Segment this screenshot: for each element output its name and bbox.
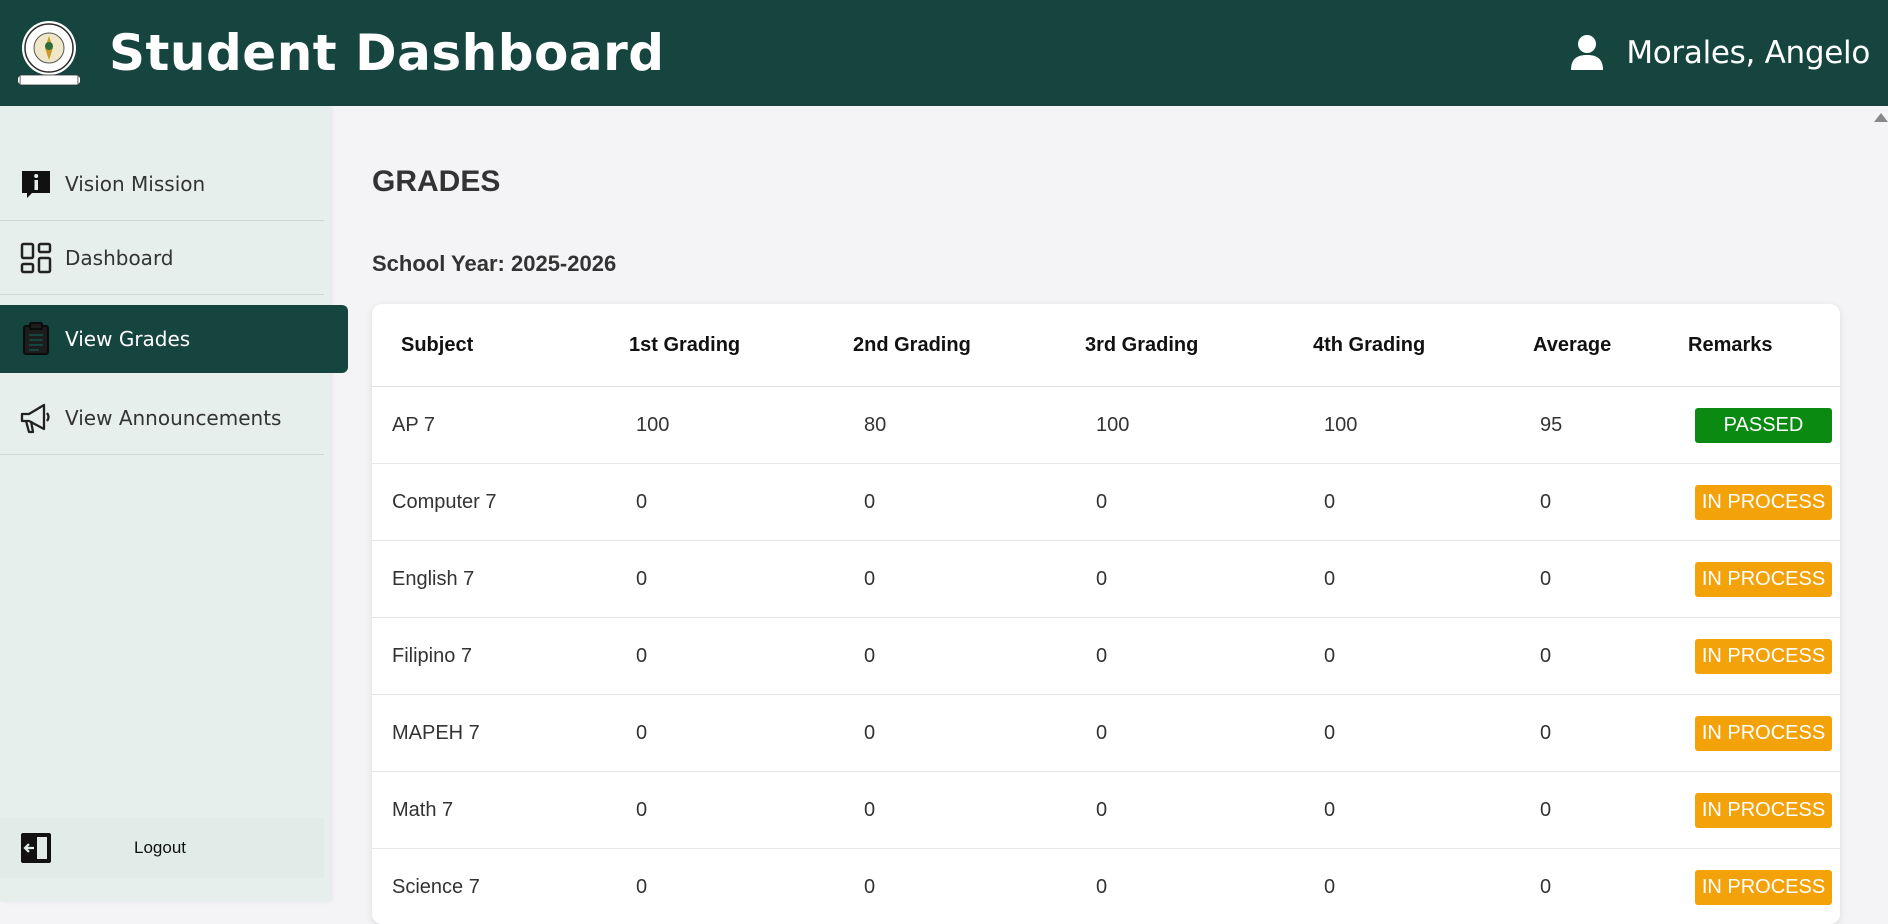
sidebar-item-label: View Grades: [65, 327, 190, 351]
column-header-3rd-grading: 3rd Grading: [1065, 304, 1293, 387]
sidebar-item-label: Dashboard: [65, 246, 174, 270]
cell-q2: 0: [833, 464, 1065, 541]
cell-q3: 0: [1065, 695, 1293, 772]
cell-q4: 0: [1293, 464, 1518, 541]
cell-q4: 0: [1293, 618, 1518, 695]
megaphone-icon: [19, 401, 53, 435]
status-badge: PASSED: [1695, 408, 1832, 443]
sidebar-item-view-grades[interactable]: View Grades: [0, 305, 348, 373]
cell-q3: 0: [1065, 849, 1293, 924]
cell-subject: Math 7: [372, 772, 605, 849]
info-icon: [19, 167, 53, 201]
column-header-4th-grading: 4th Grading: [1293, 304, 1518, 387]
status-badge: IN PROCESS: [1695, 639, 1832, 674]
user-icon: [1570, 34, 1604, 72]
cell-remarks: IN PROCESS: [1688, 618, 1840, 695]
dashboard-grid-icon: [19, 241, 53, 275]
cell-average: 95: [1518, 387, 1688, 464]
table-row: MAPEH 700000IN PROCESS: [372, 695, 1840, 772]
table-row: Math 700000IN PROCESS: [372, 772, 1840, 849]
cell-q3: 0: [1065, 772, 1293, 849]
cell-remarks: IN PROCESS: [1688, 849, 1840, 924]
cell-q1: 0: [605, 695, 833, 772]
logout-label: Logout: [134, 838, 186, 858]
cell-q4: 0: [1293, 772, 1518, 849]
column-header-remarks: Remarks: [1688, 304, 1840, 387]
sidebar-item-label: View Announcements: [65, 406, 281, 430]
cell-q3: 0: [1065, 541, 1293, 618]
cell-q2: 0: [833, 772, 1065, 849]
status-badge: IN PROCESS: [1695, 870, 1832, 905]
cell-subject: AP 7: [372, 387, 605, 464]
sidebar-item-dashboard[interactable]: Dashboard: [0, 221, 324, 295]
app-title: Student Dashboard: [109, 18, 665, 88]
cell-average: 0: [1518, 695, 1688, 772]
table-row: Filipino 700000IN PROCESS: [372, 618, 1840, 695]
cell-q3: 100: [1065, 387, 1293, 464]
cell-subject: Science 7: [372, 849, 605, 924]
cell-q2: 0: [833, 541, 1065, 618]
cell-subject: Computer 7: [372, 464, 605, 541]
cell-average: 0: [1518, 849, 1688, 924]
column-header-2nd-grading: 2nd Grading: [833, 304, 1065, 387]
column-header-subject: Subject: [372, 304, 605, 387]
logout-button[interactable]: Logout: [0, 818, 324, 878]
cell-q4: 100: [1293, 387, 1518, 464]
user-profile[interactable]: Morales, Angelo: [1570, 30, 1870, 76]
top-bar: Student Dashboard Morales, Angelo: [0, 0, 1888, 106]
cell-q2: 80: [833, 387, 1065, 464]
cell-q2: 0: [833, 849, 1065, 924]
cell-average: 0: [1518, 464, 1688, 541]
page-title: GRADES: [372, 165, 500, 199]
cell-remarks: PASSED: [1688, 387, 1840, 464]
cell-q3: 0: [1065, 464, 1293, 541]
logout-icon: [20, 832, 52, 864]
cell-q1: 100: [605, 387, 833, 464]
cell-average: 0: [1518, 618, 1688, 695]
cell-q2: 0: [833, 695, 1065, 772]
status-badge: IN PROCESS: [1695, 716, 1832, 751]
cell-average: 0: [1518, 541, 1688, 618]
scrollbar-up-arrow[interactable]: [1874, 113, 1888, 122]
column-header-1st-grading: 1st Grading: [605, 304, 833, 387]
clipboard-icon: [19, 322, 53, 356]
sidebar-item-vision-mission[interactable]: Vision Mission: [0, 147, 324, 221]
cell-q3: 0: [1065, 618, 1293, 695]
cell-q1: 0: [605, 464, 833, 541]
sidebar-item-view-announcements[interactable]: View Announcements: [0, 381, 324, 455]
column-header-average: Average: [1518, 304, 1688, 387]
user-name: Morales, Angelo: [1626, 35, 1870, 71]
status-badge: IN PROCESS: [1695, 485, 1832, 520]
cell-subject: Filipino 7: [372, 618, 605, 695]
cell-remarks: IN PROCESS: [1688, 695, 1840, 772]
cell-q1: 0: [605, 772, 833, 849]
status-badge: IN PROCESS: [1695, 793, 1832, 828]
cell-q4: 0: [1293, 695, 1518, 772]
cell-average: 0: [1518, 772, 1688, 849]
sidebar-item-label: Vision Mission: [65, 172, 205, 196]
cell-subject: English 7: [372, 541, 605, 618]
table-row: English 700000IN PROCESS: [372, 541, 1840, 618]
grades-table: Subject 1st Grading 2nd Grading 3rd Grad…: [372, 304, 1840, 924]
table-header-row: Subject 1st Grading 2nd Grading 3rd Grad…: [372, 304, 1840, 387]
cell-remarks: IN PROCESS: [1688, 772, 1840, 849]
cell-remarks: IN PROCESS: [1688, 541, 1840, 618]
table-row: Computer 700000IN PROCESS: [372, 464, 1840, 541]
cell-q2: 0: [833, 618, 1065, 695]
cell-q1: 0: [605, 618, 833, 695]
table-row: AP 71008010010095PASSED: [372, 387, 1840, 464]
school-seal-logo: [18, 19, 80, 89]
cell-q1: 0: [605, 541, 833, 618]
grades-table-card: Subject 1st Grading 2nd Grading 3rd Grad…: [372, 304, 1840, 924]
cell-q1: 0: [605, 849, 833, 924]
table-row: Science 700000IN PROCESS: [372, 849, 1840, 924]
sidebar: Vision Mission Dashboard View Grades: [0, 106, 330, 902]
cell-q4: 0: [1293, 541, 1518, 618]
cell-q4: 0: [1293, 849, 1518, 924]
cell-subject: MAPEH 7: [372, 695, 605, 772]
status-badge: IN PROCESS: [1695, 562, 1832, 597]
cell-remarks: IN PROCESS: [1688, 464, 1840, 541]
school-year-label: School Year: 2025-2026: [372, 251, 616, 277]
